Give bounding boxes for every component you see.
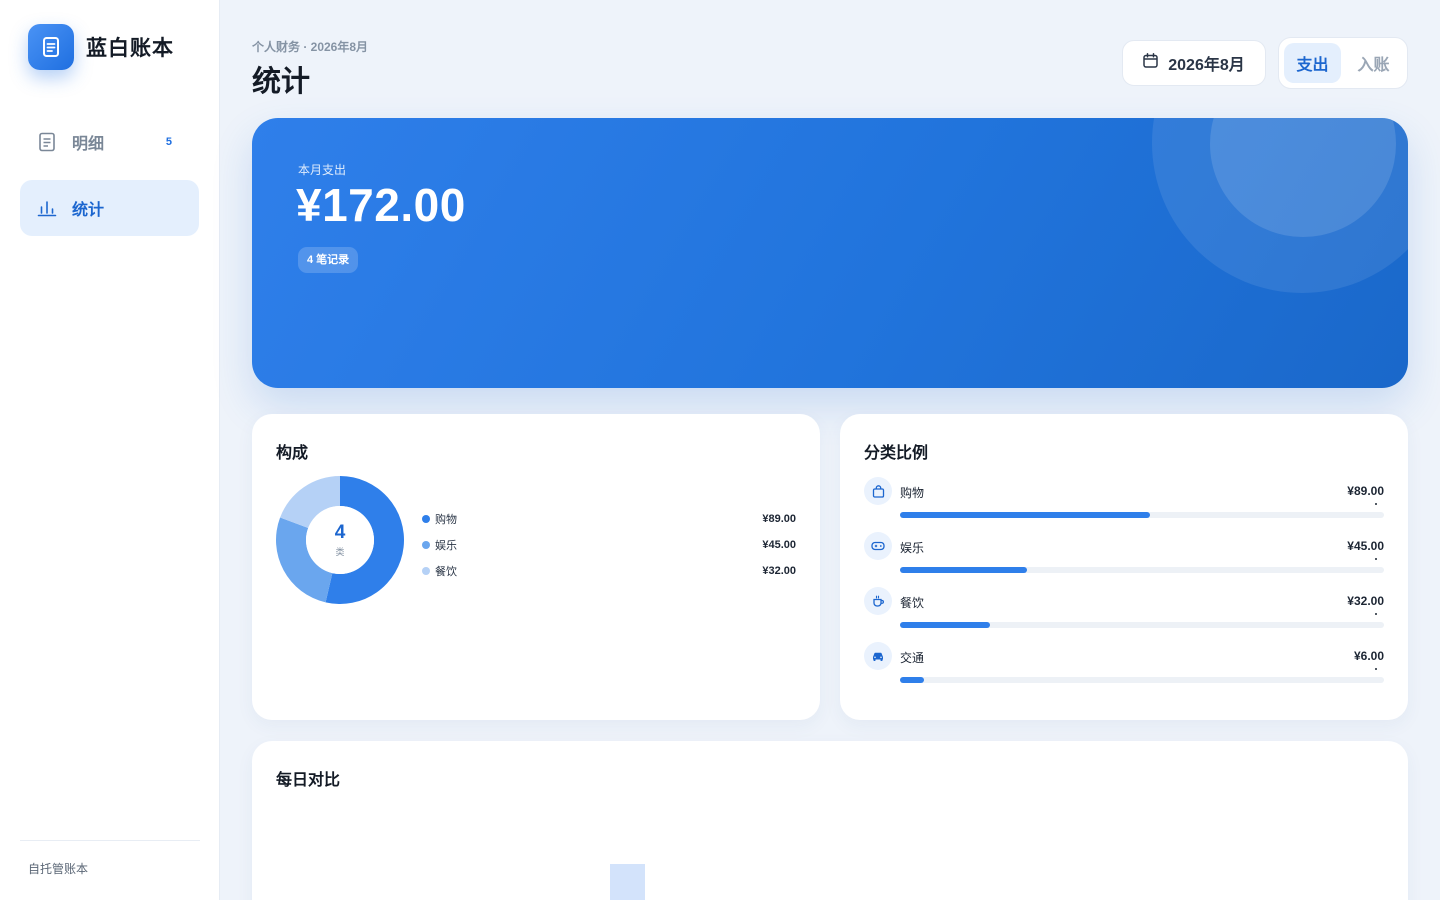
category-list: 购物 ¥89.00 娱乐 ¥45.00 餐饮 ¥32.00 交通 ¥6.00	[864, 477, 1384, 697]
card-title: 每日对比	[276, 772, 341, 789]
category-progress-track	[900, 677, 1384, 683]
composition-card: 构成 4 类 购物 ¥89.00 娱乐 ¥45.00 餐饮 ¥32.00	[252, 414, 820, 720]
category-amount: ¥45.00	[1347, 539, 1384, 553]
sidebar-item-stats[interactable]: 统计	[20, 180, 199, 236]
monthly-summary-card: 本月支出 ¥172.00 4 笔记录	[252, 118, 1408, 388]
sidebar-footer: 自托管账本	[20, 840, 200, 877]
card-title: 构成	[276, 445, 309, 462]
category-amount: ¥6.00	[1353, 649, 1384, 663]
sidebar: 蓝白账本 明细 5 统计 自托管账本	[0, 0, 220, 900]
sidebar-item-label: 统计	[72, 202, 105, 219]
category-row: 购物 ¥89.00	[864, 477, 1384, 532]
ledger-logo-icon	[28, 24, 74, 70]
legend-item: 娱乐 ¥45.00	[422, 532, 796, 558]
type-segmented-control: 支出 入账	[1278, 37, 1408, 89]
category-amount: ¥89.00	[1347, 484, 1384, 498]
category-progress-fill	[900, 622, 991, 628]
record-count-badge: 4 笔记录	[298, 247, 359, 273]
category-row: 餐饮 ¥32.00	[864, 587, 1384, 642]
legend-item: 餐饮 ¥32.00	[422, 558, 796, 584]
brand: 蓝白账本	[28, 24, 174, 70]
month-picker-label: 2026年8月	[1168, 57, 1245, 74]
category-amount: ¥32.00	[1347, 594, 1384, 608]
category-count-unit: 类	[335, 546, 345, 557]
category-progress-fill	[900, 567, 1027, 573]
category-name: 购物	[900, 486, 925, 500]
card-title: 分类比例	[864, 445, 929, 462]
category-progress-fill	[900, 512, 1151, 518]
category-marker	[1375, 558, 1377, 560]
shopping-bag-icon	[864, 477, 892, 505]
category-marker	[1375, 613, 1377, 615]
sidebar-item-details[interactable]: 明细 5	[20, 114, 199, 170]
legend-name: 娱乐	[435, 540, 457, 552]
category-name: 娱乐	[900, 541, 925, 555]
category-progress-track	[900, 567, 1384, 573]
legend-name: 餐饮	[435, 566, 457, 578]
category-name: 餐饮	[900, 596, 925, 610]
daily-bar	[610, 864, 645, 900]
sidebar-nav: 明细 5 统计	[20, 114, 199, 246]
sidebar-item-label: 明细	[72, 136, 105, 153]
category-row: 娱乐 ¥45.00	[864, 532, 1384, 587]
calendar-icon	[1143, 53, 1158, 73]
category-marker	[1375, 668, 1377, 670]
category-row: 交通 ¥6.00	[864, 642, 1384, 697]
tab-expense[interactable]: 支出	[1284, 43, 1341, 83]
coffee-cup-icon	[864, 587, 892, 615]
legend-value: ¥45.00	[762, 539, 796, 551]
tab-income[interactable]: 入账	[1345, 43, 1402, 83]
donut-legend: 购物 ¥89.00 娱乐 ¥45.00 餐饮 ¥32.00	[422, 506, 796, 584]
legend-value: ¥32.00	[762, 565, 796, 577]
donut-center: 4 类	[276, 476, 404, 604]
category-name: 交通	[900, 651, 925, 665]
gamepad-icon	[864, 532, 892, 560]
legend-dot	[422, 567, 430, 575]
summary-label: 本月支出	[298, 163, 347, 177]
bar-chart-icon	[37, 198, 57, 218]
document-icon	[37, 132, 57, 152]
legend-dot	[422, 541, 430, 549]
category-ratio-card: 分类比例 购物 ¥89.00 娱乐 ¥45.00 餐饮 ¥32.00 交通 ¥6…	[840, 414, 1408, 720]
legend-dot	[422, 515, 430, 523]
app-name: 蓝白账本	[86, 37, 174, 60]
category-progress-track	[900, 622, 1384, 628]
summary-amount: ¥172.00	[296, 179, 466, 231]
category-count: 4	[334, 521, 346, 543]
legend-name: 购物	[435, 514, 457, 526]
legend-value: ¥89.00	[762, 513, 796, 525]
category-marker	[1375, 503, 1377, 505]
month-picker-button[interactable]: 2026年8月	[1122, 40, 1266, 86]
daily-comparison-card: 每日对比	[252, 741, 1408, 900]
legend-item: 购物 ¥89.00	[422, 506, 796, 532]
page-title: 统计	[252, 66, 311, 98]
count-badge: 5	[165, 136, 172, 148]
category-progress-fill	[900, 677, 925, 683]
page-subtitle: 个人财务 · 2026年8月	[252, 40, 369, 54]
car-icon	[864, 642, 892, 670]
category-progress-track	[900, 512, 1384, 518]
